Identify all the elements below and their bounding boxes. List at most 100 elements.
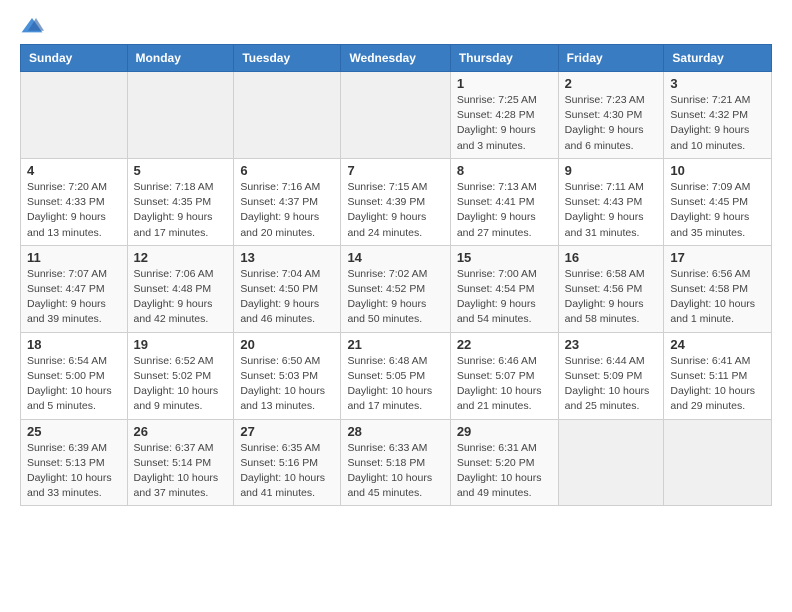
day-number: 14 bbox=[347, 250, 443, 265]
calendar-cell: 2 Sunrise: 7:23 AM Sunset: 4:30 PM Daylig… bbox=[558, 72, 664, 159]
day-number: 6 bbox=[240, 163, 334, 178]
calendar-cell: 12Sunrise: 7:06 AM Sunset: 4:48 PM Dayli… bbox=[127, 245, 234, 332]
calendar-cell: 11 Sunrise: 7:07 AM Sunset: 4:47 PM Dayli… bbox=[21, 245, 128, 332]
weekday-header-row: SundayMondayTuesdayWednesdayThursdayFrid… bbox=[21, 45, 772, 72]
calendar-cell bbox=[21, 72, 128, 159]
calendar-cell: 20Sunrise: 6:50 AM Sunset: 5:03 PM Dayli… bbox=[234, 332, 341, 419]
day-number: 3 bbox=[670, 76, 765, 91]
day-info: Sunrise: 7:00 AM Sunset: 4:54 PM Dayligh… bbox=[457, 267, 552, 328]
logo-icon bbox=[20, 16, 44, 36]
calendar-cell: 3 Sunrise: 7:21 AM Sunset: 4:32 PM Daylig… bbox=[664, 72, 772, 159]
day-number: 2 bbox=[565, 76, 658, 91]
day-info: Sunrise: 6:46 AM Sunset: 5:07 PM Dayligh… bbox=[457, 354, 552, 415]
day-info: Sunrise: 7:13 AM Sunset: 4:41 PM Dayligh… bbox=[457, 180, 552, 241]
day-info: Sunrise: 6:31 AM Sunset: 5:20 PM Dayligh… bbox=[457, 441, 552, 502]
calendar-cell: 16Sunrise: 6:58 AM Sunset: 4:56 PM Dayli… bbox=[558, 245, 664, 332]
weekday-header-wednesday: Wednesday bbox=[341, 45, 450, 72]
day-number: 17 bbox=[670, 250, 765, 265]
calendar-cell bbox=[664, 419, 772, 506]
day-info: Sunrise: 6:58 AM Sunset: 4:56 PM Dayligh… bbox=[565, 267, 658, 328]
week-row-1: 1 Sunrise: 7:25 AM Sunset: 4:28 PM Daylig… bbox=[21, 72, 772, 159]
day-number: 26 bbox=[134, 424, 228, 439]
calendar-cell: 8 Sunrise: 7:13 AM Sunset: 4:41 PM Daylig… bbox=[450, 158, 558, 245]
weekday-header-tuesday: Tuesday bbox=[234, 45, 341, 72]
day-info: Sunrise: 6:48 AM Sunset: 5:05 PM Dayligh… bbox=[347, 354, 443, 415]
logo bbox=[20, 16, 48, 36]
day-info: Sunrise: 7:23 AM Sunset: 4:30 PM Dayligh… bbox=[565, 93, 658, 154]
day-info: Sunrise: 6:56 AM Sunset: 4:58 PM Dayligh… bbox=[670, 267, 765, 328]
week-row-5: 25Sunrise: 6:39 AM Sunset: 5:13 PM Dayli… bbox=[21, 419, 772, 506]
calendar-table: SundayMondayTuesdayWednesdayThursdayFrid… bbox=[20, 44, 772, 506]
calendar-cell: 17 Sunrise: 6:56 AM Sunset: 4:58 PM Dayli… bbox=[664, 245, 772, 332]
day-info: Sunrise: 6:50 AM Sunset: 5:03 PM Dayligh… bbox=[240, 354, 334, 415]
day-number: 5 bbox=[134, 163, 228, 178]
calendar-cell: 29 Sunrise: 6:31 AM Sunset: 5:20 PM Dayli… bbox=[450, 419, 558, 506]
day-number: 23 bbox=[565, 337, 658, 352]
day-info: Sunrise: 7:09 AM Sunset: 4:45 PM Dayligh… bbox=[670, 180, 765, 241]
day-number: 4 bbox=[27, 163, 121, 178]
calendar-cell: 6 Sunrise: 7:16 AM Sunset: 4:37 PM Daylig… bbox=[234, 158, 341, 245]
weekday-header-thursday: Thursday bbox=[450, 45, 558, 72]
calendar-cell: 25Sunrise: 6:39 AM Sunset: 5:13 PM Dayli… bbox=[21, 419, 128, 506]
day-number: 10 bbox=[670, 163, 765, 178]
day-info: Sunrise: 7:25 AM Sunset: 4:28 PM Dayligh… bbox=[457, 93, 552, 154]
day-number: 21 bbox=[347, 337, 443, 352]
day-number: 18 bbox=[27, 337, 121, 352]
page-header bbox=[20, 16, 772, 36]
day-info: Sunrise: 7:18 AM Sunset: 4:35 PM Dayligh… bbox=[134, 180, 228, 241]
calendar-cell bbox=[127, 72, 234, 159]
calendar-cell: 1 Sunrise: 7:25 AM Sunset: 4:28 PM Daylig… bbox=[450, 72, 558, 159]
day-info: Sunrise: 6:54 AM Sunset: 5:00 PM Dayligh… bbox=[27, 354, 121, 415]
calendar-cell: 15 Sunrise: 7:00 AM Sunset: 4:54 PM Dayli… bbox=[450, 245, 558, 332]
day-number: 29 bbox=[457, 424, 552, 439]
calendar-cell: 24 Sunrise: 6:41 AM Sunset: 5:11 PM Dayli… bbox=[664, 332, 772, 419]
calendar-cell bbox=[558, 419, 664, 506]
day-number: 19 bbox=[134, 337, 228, 352]
calendar-cell: 13 Sunrise: 7:04 AM Sunset: 4:50 PM Dayli… bbox=[234, 245, 341, 332]
calendar-cell: 19Sunrise: 6:52 AM Sunset: 5:02 PM Dayli… bbox=[127, 332, 234, 419]
day-info: Sunrise: 7:16 AM Sunset: 4:37 PM Dayligh… bbox=[240, 180, 334, 241]
day-info: Sunrise: 7:20 AM Sunset: 4:33 PM Dayligh… bbox=[27, 180, 121, 241]
week-row-4: 18 Sunrise: 6:54 AM Sunset: 5:00 PM Dayli… bbox=[21, 332, 772, 419]
day-info: Sunrise: 7:11 AM Sunset: 4:43 PM Dayligh… bbox=[565, 180, 658, 241]
day-number: 28 bbox=[347, 424, 443, 439]
day-info: Sunrise: 6:37 AM Sunset: 5:14 PM Dayligh… bbox=[134, 441, 228, 502]
calendar-cell: 4 Sunrise: 7:20 AM Sunset: 4:33 PM Daylig… bbox=[21, 158, 128, 245]
weekday-header-friday: Friday bbox=[558, 45, 664, 72]
day-info: Sunrise: 7:07 AM Sunset: 4:47 PM Dayligh… bbox=[27, 267, 121, 328]
week-row-3: 11 Sunrise: 7:07 AM Sunset: 4:47 PM Dayli… bbox=[21, 245, 772, 332]
calendar-cell: 7 Sunrise: 7:15 AM Sunset: 4:39 PM Daylig… bbox=[341, 158, 450, 245]
calendar-cell: 14 Sunrise: 7:02 AM Sunset: 4:52 PM Dayli… bbox=[341, 245, 450, 332]
calendar-cell bbox=[341, 72, 450, 159]
day-number: 15 bbox=[457, 250, 552, 265]
week-row-2: 4 Sunrise: 7:20 AM Sunset: 4:33 PM Daylig… bbox=[21, 158, 772, 245]
day-number: 22 bbox=[457, 337, 552, 352]
day-number: 25 bbox=[27, 424, 121, 439]
day-info: Sunrise: 7:21 AM Sunset: 4:32 PM Dayligh… bbox=[670, 93, 765, 154]
day-info: Sunrise: 6:44 AM Sunset: 5:09 PM Dayligh… bbox=[565, 354, 658, 415]
day-number: 9 bbox=[565, 163, 658, 178]
calendar-cell: 22 Sunrise: 6:46 AM Sunset: 5:07 PM Dayli… bbox=[450, 332, 558, 419]
day-info: Sunrise: 6:41 AM Sunset: 5:11 PM Dayligh… bbox=[670, 354, 765, 415]
calendar-cell: 27Sunrise: 6:35 AM Sunset: 5:16 PM Dayli… bbox=[234, 419, 341, 506]
day-number: 24 bbox=[670, 337, 765, 352]
day-number: 8 bbox=[457, 163, 552, 178]
weekday-header-saturday: Saturday bbox=[664, 45, 772, 72]
day-info: Sunrise: 7:04 AM Sunset: 4:50 PM Dayligh… bbox=[240, 267, 334, 328]
calendar-cell: 23 Sunrise: 6:44 AM Sunset: 5:09 PM Dayli… bbox=[558, 332, 664, 419]
calendar-cell: 18 Sunrise: 6:54 AM Sunset: 5:00 PM Dayli… bbox=[21, 332, 128, 419]
day-number: 12 bbox=[134, 250, 228, 265]
day-info: Sunrise: 7:02 AM Sunset: 4:52 PM Dayligh… bbox=[347, 267, 443, 328]
calendar-cell: 21 Sunrise: 6:48 AM Sunset: 5:05 PM Dayli… bbox=[341, 332, 450, 419]
day-number: 13 bbox=[240, 250, 334, 265]
calendar-cell: 5 Sunrise: 7:18 AM Sunset: 4:35 PM Daylig… bbox=[127, 158, 234, 245]
day-info: Sunrise: 7:15 AM Sunset: 4:39 PM Dayligh… bbox=[347, 180, 443, 241]
day-info: Sunrise: 6:33 AM Sunset: 5:18 PM Dayligh… bbox=[347, 441, 443, 502]
calendar-cell: 9 Sunrise: 7:11 AM Sunset: 4:43 PM Daylig… bbox=[558, 158, 664, 245]
day-number: 1 bbox=[457, 76, 552, 91]
calendar-cell bbox=[234, 72, 341, 159]
day-number: 11 bbox=[27, 250, 121, 265]
day-number: 7 bbox=[347, 163, 443, 178]
weekday-header-monday: Monday bbox=[127, 45, 234, 72]
calendar-cell: 26 Sunrise: 6:37 AM Sunset: 5:14 PM Dayli… bbox=[127, 419, 234, 506]
